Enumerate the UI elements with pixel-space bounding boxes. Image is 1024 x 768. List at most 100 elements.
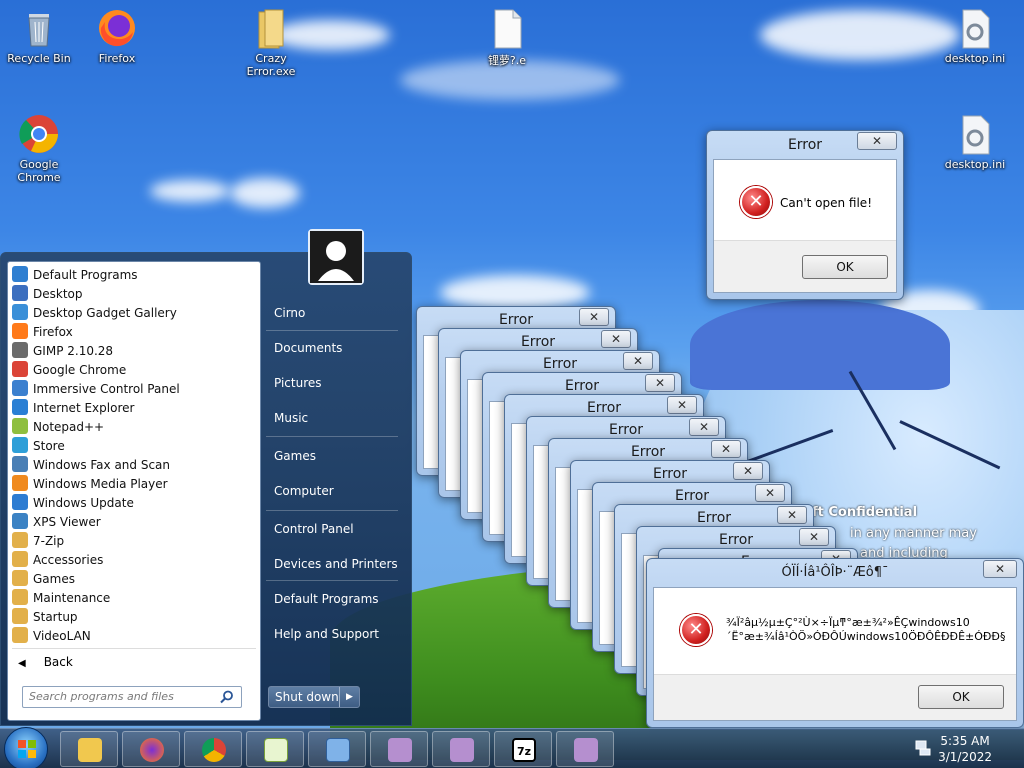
desktop-icon-google-chrome[interactable]: Google Chrome (2, 112, 76, 184)
recycle-bin-icon (17, 6, 61, 50)
program-icon (12, 399, 28, 415)
separator (12, 648, 256, 649)
close-button[interactable]: ✕ (755, 484, 785, 502)
start-menu-item-label: Accessories (33, 553, 104, 567)
start-menu-link[interactable]: Games (274, 449, 316, 463)
desktop-icon-file[interactable]: 锂萝?.e (470, 6, 544, 68)
close-button[interactable]: ✕ (667, 396, 697, 414)
big-error-dialog: ÓÏÍ·Íâ¹ÔÎÞ·¨Æô¶¯ ✕ ✕ ¾Ï²âµ½µ±Ç°²Ù×÷Ïµͳ°æ… (646, 558, 1024, 728)
desktop-icon-label: Crazy Error.exe (246, 52, 296, 78)
search-input[interactable]: Search programs and files (22, 686, 242, 708)
close-button[interactable]: ✕ (601, 330, 631, 348)
settings-file-icon (953, 6, 997, 50)
close-button[interactable]: ✕ (711, 440, 741, 458)
start-menu-item[interactable]: XPS Viewer (12, 513, 101, 532)
error-message: Can't open file! (780, 196, 873, 210)
taskbar-cirno-app-2[interactable] (432, 731, 490, 767)
start-menu-item[interactable]: Internet Explorer (12, 399, 134, 418)
taskbar-notepadpp[interactable] (246, 731, 304, 767)
start-menu-item[interactable]: Desktop (12, 285, 83, 304)
start-menu-link[interactable]: Documents (274, 341, 342, 355)
start-menu-item[interactable]: Accessories (12, 551, 103, 570)
start-menu-link[interactable]: Pictures (274, 376, 322, 390)
cloud (150, 180, 230, 202)
dialog-body: ✕ Can't open file! OK (713, 159, 897, 293)
desktop-icon-firefox[interactable]: Firefox (80, 6, 154, 65)
close-button[interactable]: ✕ (983, 560, 1017, 578)
notepad-icon (264, 738, 288, 762)
close-button[interactable]: ✕ (777, 506, 807, 524)
start-menu-item[interactable]: Startup (12, 608, 78, 627)
start-button[interactable] (4, 727, 48, 768)
back-button[interactable]: ◀ Back (18, 655, 73, 669)
shutdown-options-arrow[interactable]: ▶ (339, 687, 359, 707)
taskbar-firefox[interactable] (122, 731, 180, 767)
cloud (440, 275, 590, 310)
start-menu-item[interactable]: Notepad++ (12, 418, 104, 437)
start-menu-item[interactable]: Windows Fax and Scan (12, 456, 170, 475)
close-button[interactable]: ✕ (857, 132, 897, 150)
start-menu-link[interactable]: Help and Support (274, 627, 379, 641)
start-menu-link[interactable]: Cirno (274, 306, 305, 320)
start-menu-item[interactable]: Immersive Control Panel (12, 380, 180, 399)
desktop-icon-desktop-ini-1[interactable]: desktop.ini (938, 6, 1012, 65)
dialog-title: ÓÏÍ·Íâ¹ÔÎÞ·¨Æô¶¯ (781, 565, 889, 580)
desktop-icon-label: Recycle Bin (7, 52, 71, 65)
start-menu-item[interactable]: Firefox (12, 323, 73, 342)
close-button[interactable]: ✕ (799, 528, 829, 546)
start-menu-link[interactable]: Control Panel (274, 522, 354, 536)
start-menu-link[interactable]: Devices and Printers (274, 557, 398, 571)
close-button[interactable]: ✕ (645, 374, 675, 392)
start-menu-item[interactable]: Maintenance (12, 589, 110, 608)
start-menu-item[interactable]: Desktop Gadget Gallery (12, 304, 177, 323)
folder-icon (12, 570, 28, 586)
start-menu-item[interactable]: GIMP 2.10.28 (12, 342, 113, 361)
program-icon (12, 418, 28, 434)
chrome-icon (202, 738, 226, 762)
ok-button[interactable]: OK (802, 255, 888, 279)
taskbar-cirno-app-1[interactable] (370, 731, 428, 767)
taskbar-control-panel[interactable] (308, 731, 366, 767)
taskbar-cirno-app-3[interactable] (556, 731, 614, 767)
program-icon (12, 342, 28, 358)
error-icon: ✕ (680, 614, 712, 646)
start-menu-item[interactable]: Windows Media Player (12, 475, 168, 494)
firefox-icon (140, 738, 164, 762)
start-menu-item[interactable]: Store (12, 437, 65, 456)
network-icon[interactable] (914, 739, 932, 757)
separator (266, 330, 398, 331)
start-menu-item[interactable]: VideoLAN (12, 627, 91, 646)
user-avatar[interactable] (308, 229, 364, 285)
desktop-icon-recycle-bin[interactable]: Recycle Bin (2, 6, 76, 65)
taskbar-7zip[interactable]: 7z (494, 731, 552, 767)
start-menu-item[interactable]: Default Programs (12, 266, 138, 285)
start-menu-item-label: Immersive Control Panel (33, 382, 180, 396)
close-button[interactable]: ✕ (689, 418, 719, 436)
wallpaper-text-2: in any manner may (850, 526, 977, 541)
close-button[interactable]: ✕ (579, 308, 609, 326)
taskbar-chrome[interactable] (184, 731, 242, 767)
start-menu-item-label: Windows Update (33, 496, 134, 510)
program-icon (12, 494, 28, 510)
start-menu-item[interactable]: Games (12, 570, 75, 589)
clock-date: 3/1/2022 (938, 750, 992, 764)
shutdown-button[interactable]: Shut down ▶ (268, 686, 360, 708)
start-menu-item[interactable]: 7-Zip (12, 532, 64, 551)
ok-button[interactable]: OK (918, 685, 1004, 709)
desktop-icon-label: 锂萝?.e (487, 54, 527, 67)
start-menu-item[interactable]: Google Chrome (12, 361, 126, 380)
close-button[interactable]: ✕ (623, 352, 653, 370)
desktop-icon-crazy-error[interactable]: Crazy Error.exe (234, 6, 308, 78)
clock[interactable]: 5:35 AM 3/1/2022 (938, 733, 992, 765)
start-menu-link[interactable]: Music (274, 411, 308, 425)
taskbar-explorer[interactable] (60, 731, 118, 767)
start-menu-link[interactable]: Default Programs (274, 592, 379, 606)
error-message-line1: ¾Ï²âµ½µ±Ç°²Ù×÷Ïµͳ°æ±¾²»ÊÇwindows10 (726, 616, 970, 629)
start-menu-item-label: Default Programs (33, 268, 138, 282)
close-button[interactable]: ✕ (733, 462, 763, 480)
start-menu-item[interactable]: Windows Update (12, 494, 134, 513)
dialog-footer: OK (654, 674, 1016, 720)
desktop-icon-desktop-ini-2[interactable]: desktop.ini (938, 112, 1012, 171)
dialog-footer: OK (714, 240, 896, 292)
start-menu-link[interactable]: Computer (274, 484, 334, 498)
